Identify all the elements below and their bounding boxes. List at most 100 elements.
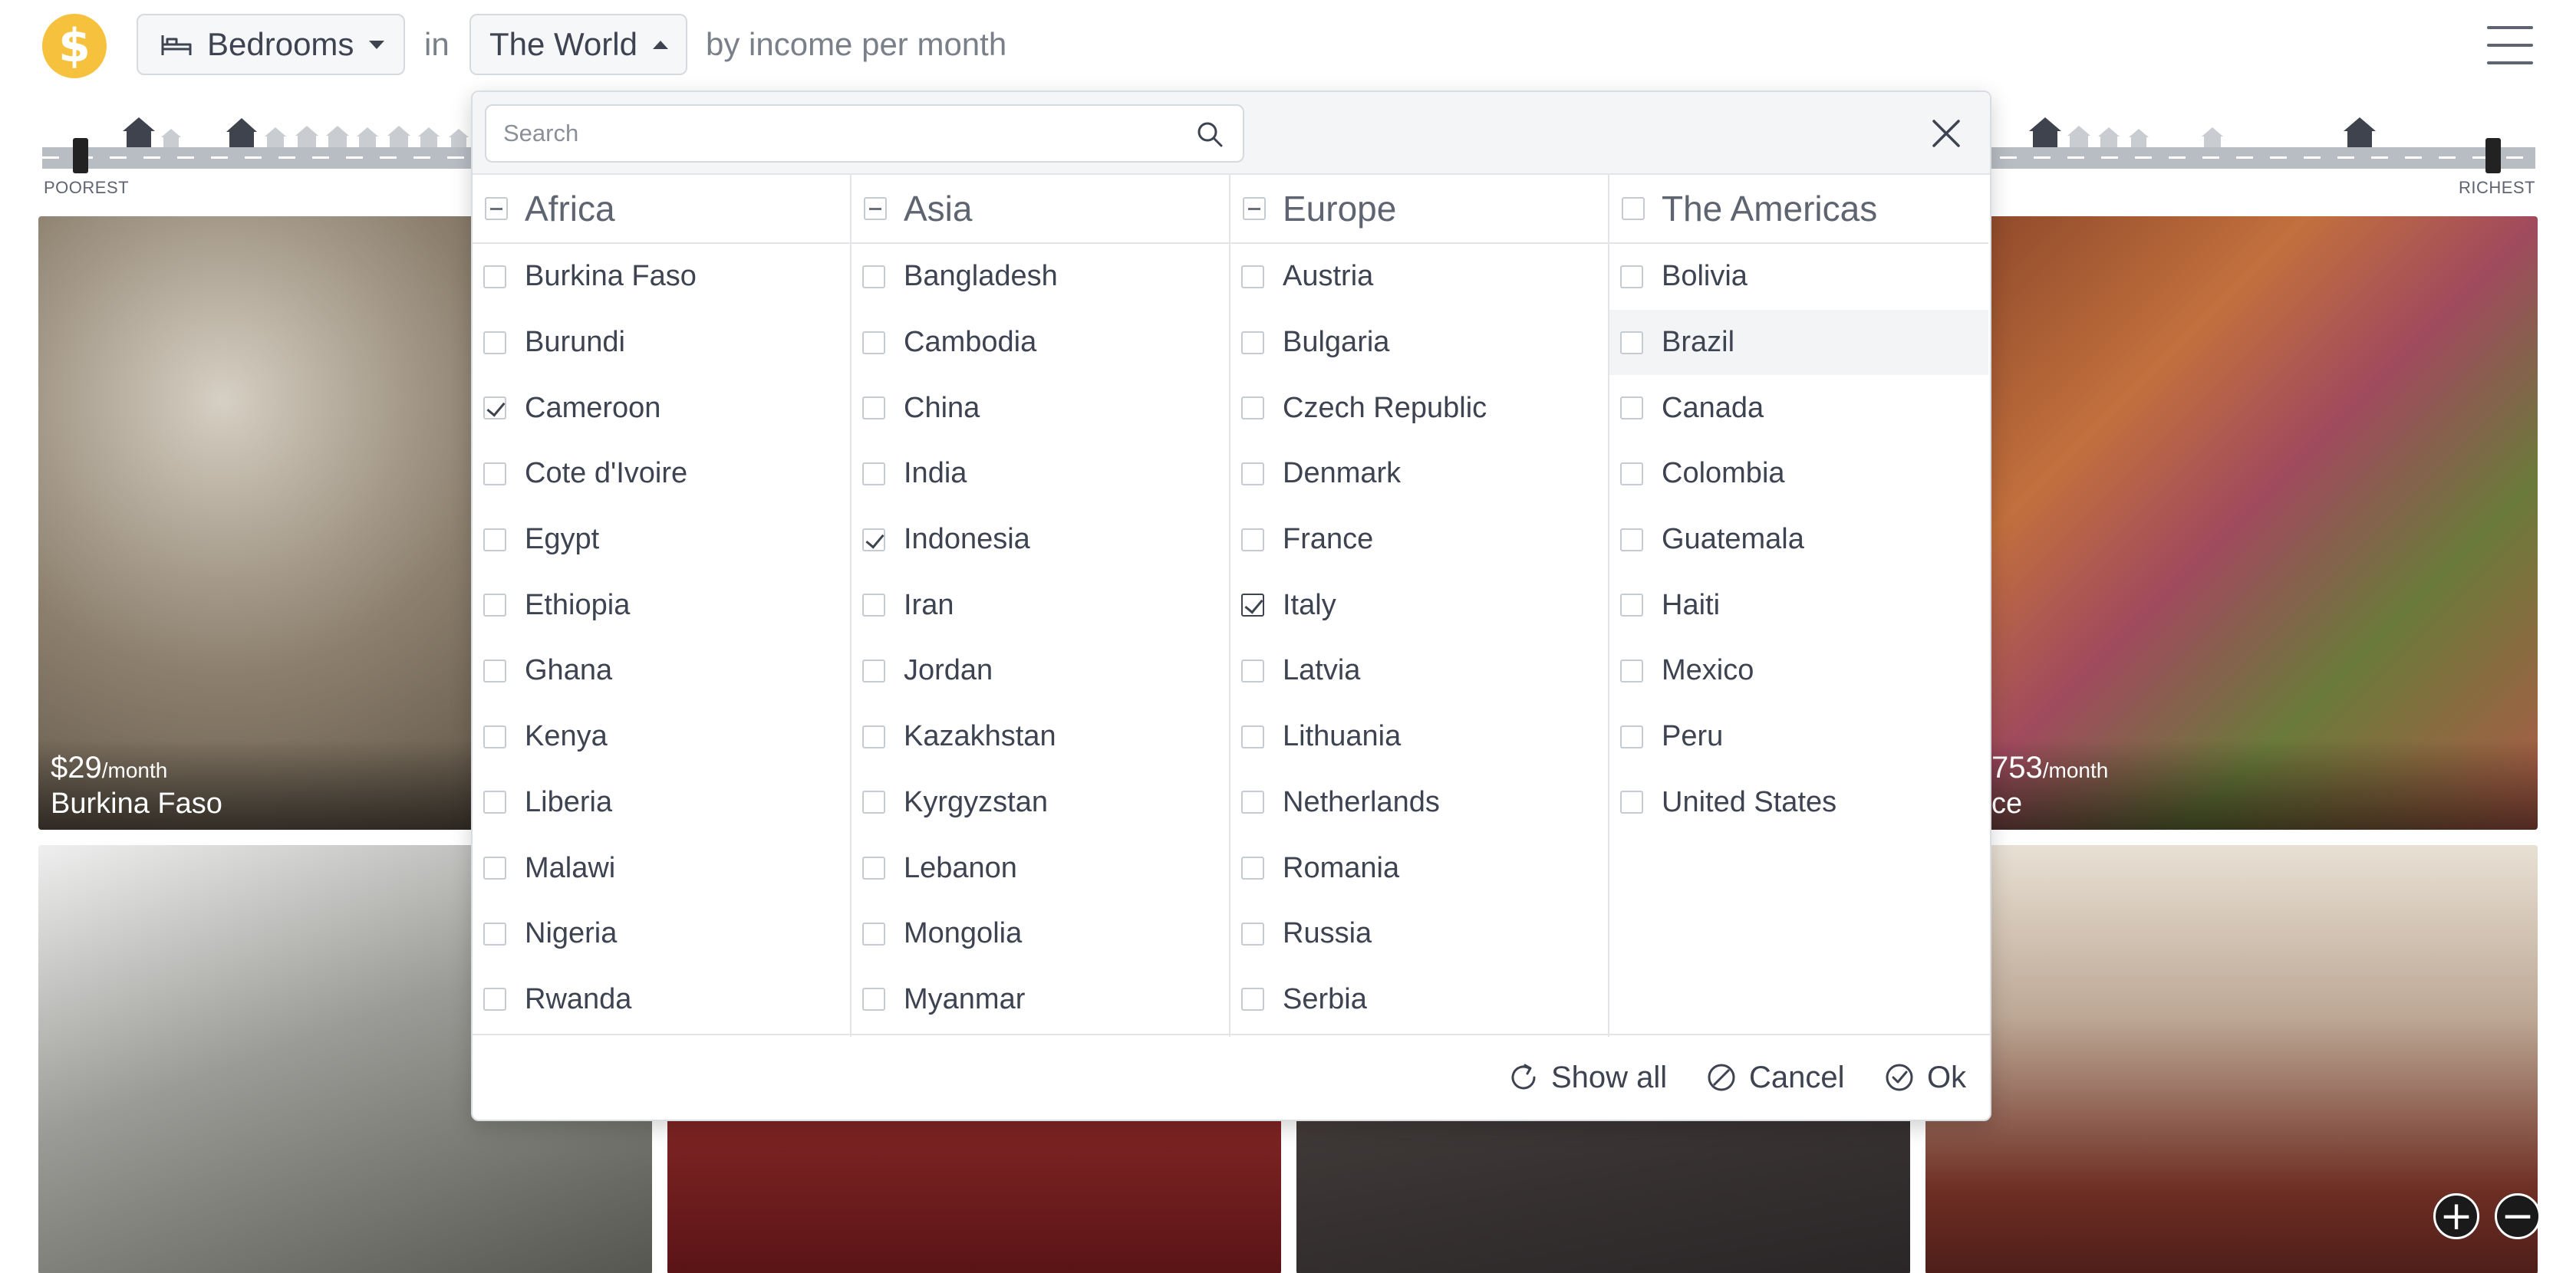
country-option[interactable]: Cambodia bbox=[852, 310, 1229, 376]
country-option[interactable]: Brazil bbox=[1609, 309, 1988, 376]
country-checkbox[interactable] bbox=[1620, 331, 1643, 354]
country-checkbox[interactable] bbox=[483, 791, 506, 814]
richest-slider-handle[interactable] bbox=[2485, 138, 2501, 173]
search-input[interactable] bbox=[503, 106, 1178, 161]
things-selector[interactable]: Bedrooms bbox=[137, 14, 405, 75]
country-option[interactable]: Kenya bbox=[473, 704, 850, 770]
country-option[interactable]: Indonesia bbox=[852, 507, 1229, 573]
country-checkbox[interactable] bbox=[1241, 922, 1264, 946]
region-checkbox[interactable] bbox=[1243, 197, 1266, 220]
country-option[interactable]: Peru bbox=[1609, 704, 1988, 770]
country-option[interactable]: Romania bbox=[1230, 835, 1608, 901]
country-checkbox[interactable] bbox=[483, 659, 506, 683]
cancel-button[interactable]: Cancel bbox=[1705, 1058, 1845, 1097]
country-checkbox[interactable] bbox=[862, 265, 885, 288]
country-checkbox[interactable] bbox=[862, 396, 885, 420]
country-option[interactable]: Czech Republic bbox=[1230, 375, 1608, 441]
country-checkbox[interactable] bbox=[1620, 528, 1643, 551]
country-option[interactable]: Myanmar bbox=[852, 967, 1229, 1033]
country-checkbox[interactable] bbox=[483, 922, 506, 946]
country-option[interactable]: France bbox=[1230, 507, 1608, 573]
country-option[interactable]: Lebanon bbox=[852, 835, 1229, 901]
country-checkbox[interactable] bbox=[483, 331, 506, 354]
country-checkbox[interactable] bbox=[862, 857, 885, 880]
country-checkbox[interactable] bbox=[1241, 594, 1264, 617]
country-option[interactable]: India bbox=[852, 441, 1229, 507]
country-option[interactable]: Lithuania bbox=[1230, 704, 1608, 770]
ok-button[interactable]: Ok bbox=[1883, 1058, 1966, 1097]
country-checkbox[interactable] bbox=[483, 725, 506, 748]
country-checkbox[interactable] bbox=[1620, 659, 1643, 683]
country-checkbox[interactable] bbox=[1241, 331, 1264, 354]
country-checkbox[interactable] bbox=[483, 857, 506, 880]
show-all-button[interactable]: Show all bbox=[1507, 1058, 1667, 1097]
country-option[interactable]: Liberia bbox=[473, 770, 850, 836]
hamburger-menu-icon[interactable] bbox=[2487, 26, 2533, 64]
country-checkbox[interactable] bbox=[483, 265, 506, 288]
country-option[interactable]: Colombia bbox=[1609, 441, 1988, 507]
country-checkbox[interactable] bbox=[483, 528, 506, 551]
country-checkbox[interactable] bbox=[1241, 857, 1264, 880]
country-checkbox[interactable] bbox=[483, 396, 506, 420]
photo-card[interactable]: 753/month ce bbox=[1979, 216, 2538, 830]
country-checkbox[interactable] bbox=[1241, 396, 1264, 420]
country-option[interactable]: Netherlands bbox=[1230, 770, 1608, 836]
country-checkbox[interactable] bbox=[862, 922, 885, 946]
region-header[interactable]: Europe bbox=[1230, 175, 1608, 244]
country-checkbox[interactable] bbox=[483, 594, 506, 617]
logo-dollar-icon[interactable]: $ bbox=[42, 14, 107, 78]
country-option[interactable]: Ethiopia bbox=[473, 572, 850, 638]
country-checkbox[interactable] bbox=[1620, 594, 1643, 617]
country-checkbox[interactable] bbox=[862, 791, 885, 814]
country-option[interactable]: Canada bbox=[1609, 375, 1988, 441]
country-option[interactable]: Burundi bbox=[473, 310, 850, 376]
country-checkbox[interactable] bbox=[1620, 791, 1643, 814]
country-option[interactable]: Malawi bbox=[473, 835, 850, 901]
region-header[interactable]: Asia bbox=[852, 175, 1229, 244]
country-option[interactable]: Latvia bbox=[1230, 638, 1608, 704]
region-checkbox[interactable] bbox=[485, 197, 508, 220]
country-option[interactable]: Kazakhstan bbox=[852, 704, 1229, 770]
country-checkbox[interactable] bbox=[1241, 528, 1264, 551]
country-checkbox[interactable] bbox=[1241, 659, 1264, 683]
country-option[interactable]: Ghana bbox=[473, 638, 850, 704]
place-selector[interactable]: The World bbox=[469, 14, 687, 75]
country-checkbox[interactable] bbox=[483, 462, 506, 485]
country-option[interactable]: Egypt bbox=[473, 507, 850, 573]
country-checkbox[interactable] bbox=[1241, 265, 1264, 288]
country-option[interactable]: Italy bbox=[1230, 572, 1608, 638]
country-checkbox[interactable] bbox=[1241, 462, 1264, 485]
country-option[interactable]: Jordan bbox=[852, 638, 1229, 704]
country-option[interactable]: Mexico bbox=[1609, 638, 1988, 704]
country-option[interactable]: Iran bbox=[852, 572, 1229, 638]
country-checkbox[interactable] bbox=[1241, 791, 1264, 814]
country-checkbox[interactable] bbox=[1620, 265, 1643, 288]
country-option[interactable]: Kyrgyzstan bbox=[852, 770, 1229, 836]
country-option[interactable]: China bbox=[852, 375, 1229, 441]
country-option[interactable]: Rwanda bbox=[473, 967, 850, 1033]
country-option[interactable]: Burkina Faso bbox=[473, 244, 850, 310]
country-checkbox[interactable] bbox=[1620, 462, 1643, 485]
region-checkbox[interactable] bbox=[864, 197, 887, 220]
country-option[interactable]: Haiti bbox=[1609, 572, 1988, 638]
country-option[interactable]: Bangladesh bbox=[852, 244, 1229, 310]
country-checkbox[interactable] bbox=[862, 331, 885, 354]
country-option[interactable]: Denmark bbox=[1230, 441, 1608, 507]
country-checkbox[interactable] bbox=[862, 528, 885, 551]
country-option[interactable]: Bulgaria bbox=[1230, 310, 1608, 376]
country-option[interactable]: Nigeria bbox=[473, 901, 850, 967]
country-checkbox[interactable] bbox=[862, 462, 885, 485]
country-checkbox[interactable] bbox=[862, 594, 885, 617]
country-option[interactable]: Russia bbox=[1230, 901, 1608, 967]
country-checkbox[interactable] bbox=[1241, 988, 1264, 1011]
search-box[interactable] bbox=[485, 104, 1244, 163]
country-option[interactable]: Cote d'Ivoire bbox=[473, 441, 850, 507]
country-option[interactable]: Bolivia bbox=[1609, 244, 1988, 310]
country-checkbox[interactable] bbox=[1620, 725, 1643, 748]
search-icon[interactable] bbox=[1195, 120, 1224, 149]
country-option[interactable]: Austria bbox=[1230, 244, 1608, 310]
country-option[interactable]: Serbia bbox=[1230, 967, 1608, 1033]
country-option[interactable]: Cameroon bbox=[473, 375, 850, 441]
country-option[interactable]: Guatemala bbox=[1609, 507, 1988, 573]
country-checkbox[interactable] bbox=[1620, 396, 1643, 420]
